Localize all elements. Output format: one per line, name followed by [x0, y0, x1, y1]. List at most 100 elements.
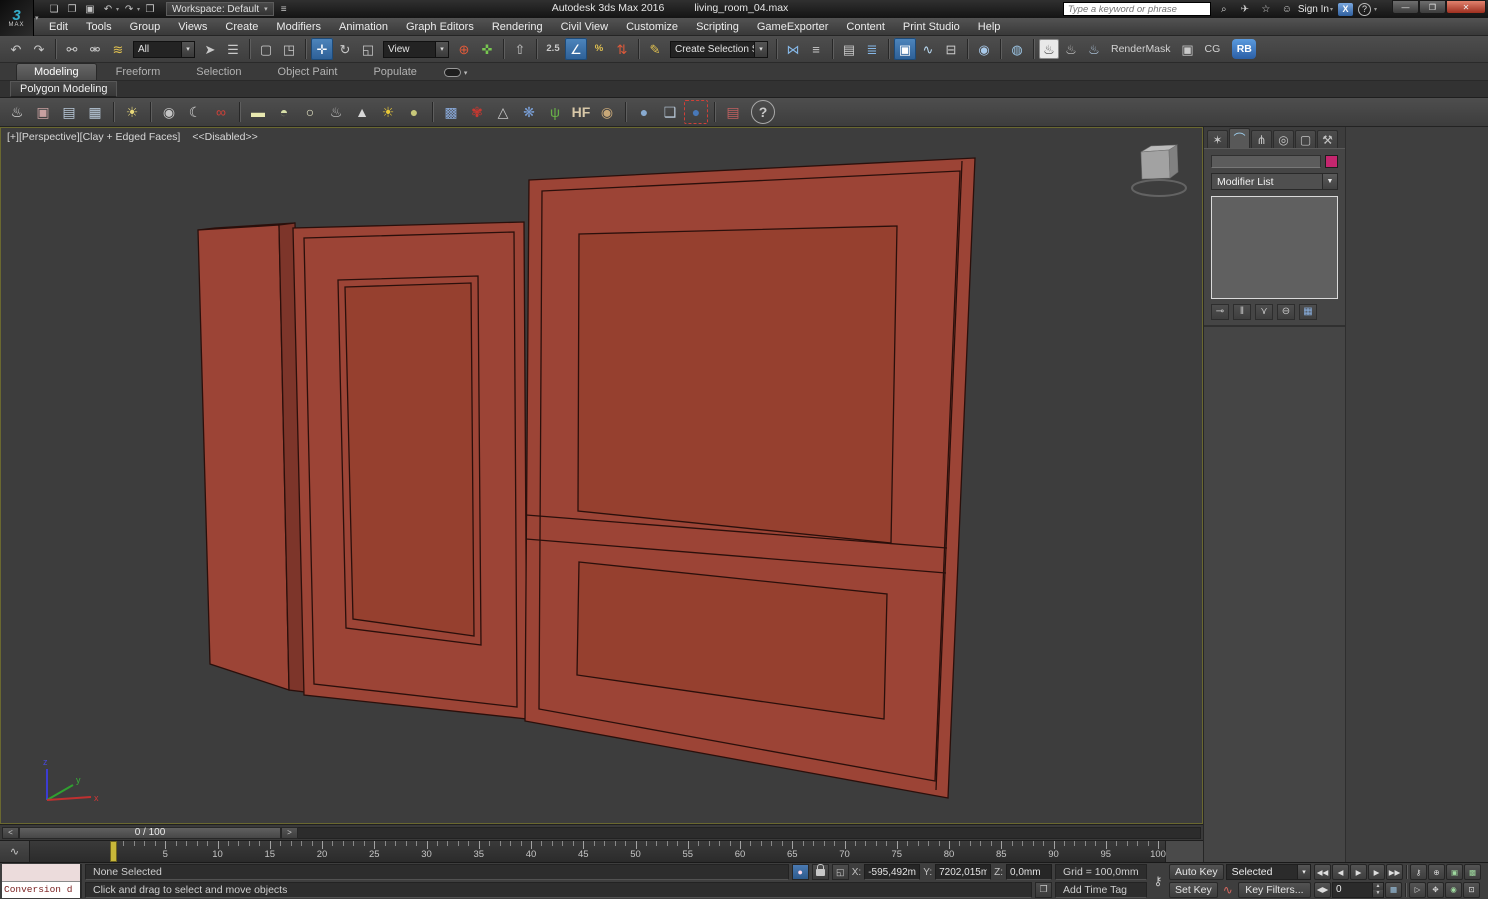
spinner-up-icon[interactable]: ▲: [1373, 882, 1383, 890]
workspace-menu-icon[interactable]: ≡: [276, 2, 292, 16]
current-frame-input[interactable]: [1333, 884, 1372, 896]
polygon-modeling-panel[interactable]: Polygon Modeling: [10, 81, 118, 97]
sphere-primitive-icon[interactable]: ○: [298, 100, 322, 124]
field-of-view-button[interactable]: ▷: [1409, 881, 1426, 898]
notification-dialog-icon[interactable]: ❐: [1035, 881, 1052, 898]
render-production-icon[interactable]: ♨: [1039, 39, 1059, 59]
menu-civil-view[interactable]: Civil View: [552, 19, 617, 35]
snowflake-icon[interactable]: ❋: [517, 100, 541, 124]
select-object-icon[interactable]: ➤: [199, 38, 221, 60]
menu-print-studio[interactable]: Print Studio: [894, 19, 969, 35]
scene-explorer-icon[interactable]: ▣: [894, 38, 916, 60]
menu-graph-editors[interactable]: Graph Editors: [397, 19, 483, 35]
zoom-extents-all-icon[interactable]: ▩: [1464, 864, 1481, 881]
named-selection-sets-dropdown[interactable]: Create Selection Se▾: [670, 40, 768, 58]
render-setup-dialog-icon[interactable]: ▤: [57, 100, 81, 124]
redo-icon[interactable]: ↷: [28, 38, 50, 60]
graphite-ribbon-toggle-icon[interactable]: ≣: [861, 38, 883, 60]
project-folder-button[interactable]: ❒: [142, 2, 158, 16]
undo-caret-icon[interactable]: ▾: [116, 6, 119, 13]
selection-filter-dropdown[interactable]: All ▾: [133, 40, 195, 58]
viewcube[interactable]: [1131, 144, 1187, 197]
zoom-icon[interactable]: ⊕: [1428, 864, 1445, 881]
select-and-manipulate-icon[interactable]: ✜: [476, 38, 498, 60]
time-slider-track[interactable]: [298, 826, 1201, 839]
auto-key-button[interactable]: Auto Key: [1169, 864, 1224, 881]
zoom-extents-selected-icon[interactable]: ▣: [1446, 864, 1463, 881]
rendered-frame-window-icon[interactable]: ▣: [1177, 38, 1199, 60]
menu-content[interactable]: Content: [837, 19, 894, 35]
menu-rendering[interactable]: Rendering: [483, 19, 552, 35]
go-to-start-button[interactable]: ◀◀: [1314, 864, 1331, 881]
render-teapot-icon[interactable]: ♨: [5, 100, 29, 124]
perspective-viewport[interactable]: [+][Perspective][Clay + Edged Faces] <<D…: [0, 127, 1203, 824]
show-end-result-button[interactable]: ‖: [1233, 304, 1251, 320]
menu-edit[interactable]: Edit: [40, 19, 77, 35]
material-editor-icon[interactable]: ◉: [973, 38, 995, 60]
light-lister-icon[interactable]: ☀: [120, 100, 144, 124]
cabinet-doors-object[interactable]: [197, 157, 976, 799]
modifier-stack[interactable]: [1211, 196, 1338, 299]
camera-icon[interactable]: ◉: [157, 100, 181, 124]
current-frame-marker[interactable]: [110, 841, 117, 862]
selection-set-dropdown[interactable]: Selected ▾: [1225, 864, 1311, 881]
reference-coordinate-system-dropdown[interactable]: View ▾: [383, 40, 449, 58]
absolute-offset-mode-toggle[interactable]: ◱: [831, 864, 849, 881]
blue-sphere-icon[interactable]: ●: [632, 100, 656, 124]
door-left-front-face[interactable]: [197, 224, 290, 691]
door-right-upper-panel[interactable]: [577, 225, 898, 544]
menu-create[interactable]: Create: [216, 19, 267, 35]
viewcube-side-face[interactable]: [1168, 144, 1179, 179]
spinner-down-icon[interactable]: ▼: [1373, 889, 1383, 897]
plane-primitive-icon[interactable]: ▬: [246, 100, 270, 124]
command-tab-modify[interactable]: ⌒: [1229, 128, 1250, 148]
unlink-selection-icon[interactable]: ⚮: [84, 38, 106, 60]
make-unique-button[interactable]: ⋎: [1255, 304, 1273, 320]
orbit-button[interactable]: ◉: [1445, 881, 1462, 898]
remove-modifier-button[interactable]: ⊖: [1277, 304, 1295, 320]
dome-primitive-icon[interactable]: ◓: [272, 100, 296, 124]
percent-snap-toggle-icon[interactable]: %: [588, 38, 610, 60]
isolate-selection-toggle[interactable]: ●: [791, 864, 809, 881]
help-icon[interactable]: ?: [751, 100, 775, 124]
key-mode-toggle[interactable]: ⚷: [1410, 864, 1427, 881]
menu-scripting[interactable]: Scripting: [687, 19, 748, 35]
viewport-label-text[interactable]: [+][Perspective][Clay + Edged Faces]: [7, 131, 180, 143]
door-middle-recessed-panel[interactable]: [344, 282, 475, 637]
sky-sphere-icon[interactable]: ●: [402, 100, 426, 124]
current-frame-field[interactable]: ▲▼: [1332, 881, 1384, 898]
rendermask-icon[interactable]: ♨: [1083, 38, 1105, 60]
fur-sample-icon[interactable]: ◉: [595, 100, 619, 124]
new-scene-button[interactable]: ❏: [46, 2, 62, 16]
modifier-list-dropdown[interactable]: Modifier List: [1211, 173, 1323, 190]
time-slider-next-button[interactable]: >: [281, 826, 298, 839]
ribbon-tab-modeling[interactable]: Modeling: [16, 63, 97, 80]
undo-button[interactable]: ↶: [100, 2, 116, 16]
mirror-icon[interactable]: ⋈: [782, 38, 804, 60]
favorites-star-icon[interactable]: ☆: [1258, 2, 1274, 16]
rectangular-selection-region-icon[interactable]: ▢: [255, 38, 277, 60]
command-tab-utilities[interactable]: ⚒: [1317, 130, 1338, 148]
snaps-toggle-icon[interactable]: 2.5: [542, 38, 564, 60]
selection-lock-toggle[interactable]: [811, 863, 829, 881]
grass-icon[interactable]: ψ: [543, 100, 567, 124]
track-bar-ruler[interactable]: 0510152025303540455055606570758085909510…: [30, 841, 1203, 862]
viewcube-compass-ring[interactable]: [1131, 179, 1187, 197]
select-by-name-icon[interactable]: ☰: [222, 38, 244, 60]
set-key-button[interactable]: Set Key: [1169, 881, 1218, 898]
configure-modifier-sets-button[interactable]: ▦: [1299, 304, 1317, 320]
pin-stack-button[interactable]: ⊸: [1211, 304, 1229, 320]
particle-array-icon[interactable]: ▩: [439, 100, 463, 124]
search-icon[interactable]: ⌕: [1216, 2, 1232, 16]
application-menu-button[interactable]: 3 MAX: [0, 0, 34, 36]
render-iterative-icon[interactable]: ♨: [1060, 38, 1082, 60]
add-time-tag-button[interactable]: Add Time Tag: [1055, 881, 1147, 898]
ribbon-tab-populate[interactable]: Populate: [356, 64, 433, 80]
schematic-view-icon[interactable]: ⊟: [940, 38, 962, 60]
layer-explorer-icon[interactable]: ▤: [838, 38, 860, 60]
viewport-label[interactable]: [+][Perspective][Clay + Edged Faces] <<D…: [7, 131, 258, 143]
command-tab-display[interactable]: ▢: [1295, 130, 1316, 148]
ribbon-tab-freeform[interactable]: Freeform: [99, 64, 178, 80]
menu-help[interactable]: Help: [969, 19, 1010, 35]
maximize-button[interactable]: ❐: [1419, 0, 1446, 14]
